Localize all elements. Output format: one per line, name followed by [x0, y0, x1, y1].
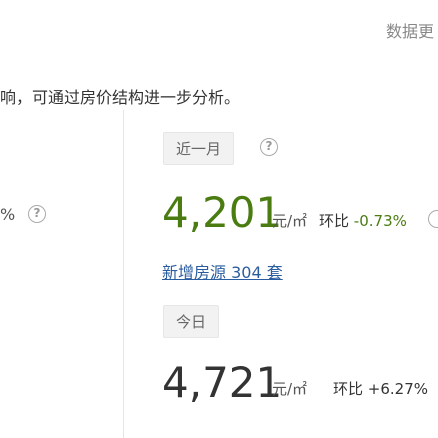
month-ratio: 环比 -0.73% — [319, 210, 407, 231]
help-icon[interactable] — [428, 210, 438, 228]
column-divider — [123, 110, 124, 438]
ratio-label: 环比 — [333, 380, 364, 398]
today-avg-price: 4,721 — [162, 358, 283, 407]
price-unit: 元/㎡ — [272, 212, 308, 230]
today-ratio: 环比 +6.27% — [333, 378, 428, 399]
period-tag-month[interactable]: 近一月 — [163, 132, 235, 165]
ratio-value: +6.27% — [367, 380, 429, 398]
month-avg-price: 4,201 — [162, 188, 283, 237]
new-listings-link[interactable]: 新增房源 304 套 — [162, 259, 283, 283]
intro-text: 响，可通过房价结构进一步分析。 — [0, 88, 241, 107]
ratio-value: -0.73% — [353, 212, 407, 230]
ratio-label: 环比 — [319, 212, 350, 230]
left-percent-value: % — [0, 205, 16, 224]
help-icon[interactable]: ? — [260, 138, 278, 156]
price-unit: 元/㎡ — [272, 380, 308, 398]
price-panel: 数据更 响，可通过房价结构进一步分析。 % ? 近一月 ? 4,201 元/㎡ … — [0, 0, 438, 438]
period-tag-today[interactable]: 今日 — [163, 305, 220, 338]
data-update-link[interactable]: 数据更 — [386, 18, 434, 42]
help-icon[interactable]: ? — [28, 205, 46, 223]
